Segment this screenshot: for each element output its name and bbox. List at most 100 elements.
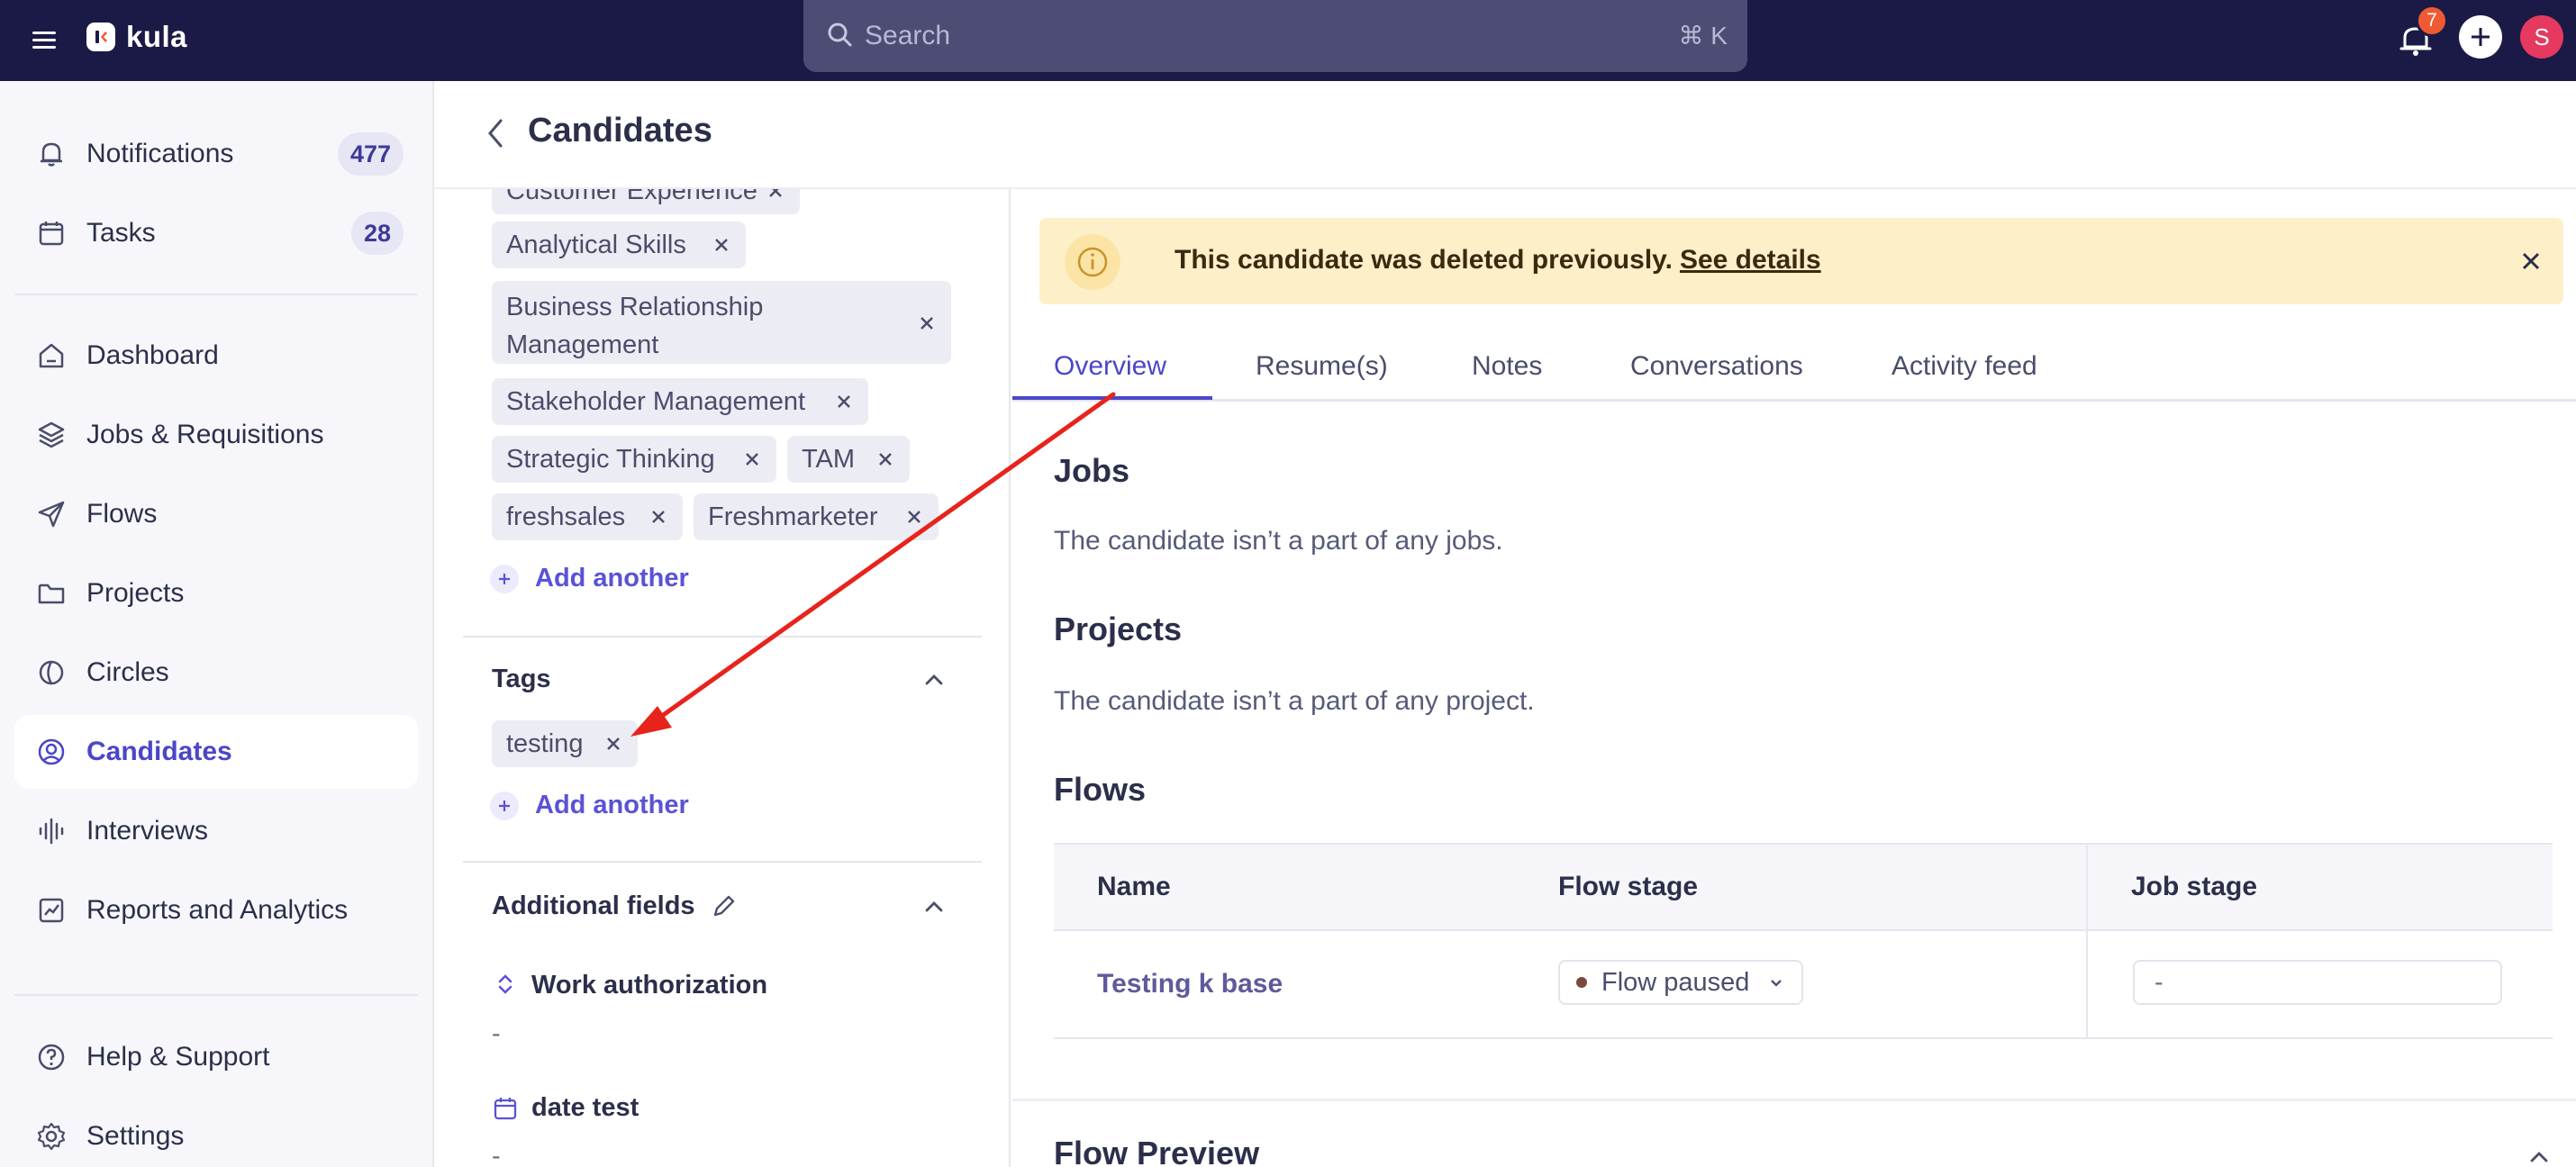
sidebar-item-label: Help & Support [86, 1042, 270, 1072]
add-another-label: Add another [535, 564, 689, 593]
chevron-up-icon[interactable] [921, 666, 948, 693]
jobs-empty-text: The candidate isn’t a part of any jobs. [1054, 526, 1503, 556]
folder-icon [38, 584, 65, 604]
skill-chip-label: TAM [802, 444, 856, 474]
column-divider [2086, 843, 2088, 1039]
alert-text: This candidate was deleted previously. [1175, 245, 1673, 275]
alert-message: This candidate was deleted previously. Se… [1175, 245, 1821, 276]
candidate-detail-panel: Customer Experience Analytical Skills Bu… [434, 189, 1011, 1167]
see-details-link[interactable]: See details [1680, 245, 1821, 275]
audio-wave-icon [39, 818, 64, 845]
create-button[interactable] [2459, 15, 2502, 59]
notifications-count-badge: 477 [337, 132, 404, 176]
sidebar-item-dashboard[interactable]: Dashboard [14, 319, 418, 393]
add-tag-button[interactable]: Add another [490, 791, 689, 820]
sidebar-item-label: Tasks [86, 218, 156, 248]
section-divider [1012, 1099, 2576, 1101]
remove-icon[interactable] [603, 734, 623, 754]
skill-chip-label: Freshmarketer [708, 502, 878, 531]
tab-notes[interactable]: Notes [1472, 351, 1542, 382]
user-avatar[interactable]: S [2520, 15, 2563, 59]
tab-conversations[interactable]: Conversations [1630, 351, 1803, 382]
skill-chip: Stakeholder Management [492, 378, 868, 425]
remove-icon[interactable] [766, 189, 785, 201]
sidebar-item-label: Interviews [86, 816, 209, 846]
column-header-flow-stage: Flow stage [1558, 872, 1699, 901]
add-skill-button[interactable]: Add another [490, 564, 689, 593]
skill-chip-label: freshsales [506, 502, 626, 531]
job-stage-field[interactable]: - [2133, 960, 2502, 1005]
sidebar-item-label: Candidates [86, 737, 232, 766]
sidebar-item-interviews[interactable]: Interviews [14, 794, 418, 868]
home-icon [39, 343, 64, 368]
skill-chip: Freshmarketer [694, 493, 939, 540]
remove-icon[interactable] [649, 507, 668, 527]
sidebar-item-candidates[interactable]: Candidates [14, 715, 418, 789]
remove-icon[interactable] [917, 313, 937, 333]
skill-chip: Strategic Thinking [492, 436, 776, 483]
tag-chip-label: testing [506, 728, 584, 758]
field-value[interactable]: - [492, 1142, 501, 1167]
add-another-label: Add another [535, 791, 689, 819]
remove-icon[interactable] [712, 235, 731, 255]
candidate-overview-panel: This candidate was deleted previously. Se… [1012, 189, 2576, 1167]
tab-activity-feed[interactable]: Activity feed [1891, 351, 2037, 382]
tab-overview[interactable]: Overview [1054, 351, 1166, 382]
page-title: Candidates [528, 112, 712, 149]
plus-icon [2472, 28, 2490, 46]
sidebar-item-projects[interactable]: Projects [14, 556, 418, 630]
info-icon [1065, 234, 1120, 290]
sidebar-item-tasks[interactable]: Tasks 28 [14, 196, 418, 270]
sidebar-item-help[interactable]: Help & Support [14, 1020, 418, 1094]
edit-pencil-icon[interactable] [710, 891, 739, 920]
remove-icon[interactable] [834, 392, 854, 412]
sidebar-item-label: Reports and Analytics [86, 895, 349, 925]
skill-chip: Analytical Skills [492, 222, 746, 268]
sidebar-item-label: Jobs & Requisitions [86, 420, 324, 449]
sidebar-item-flows[interactable]: Flows [14, 477, 418, 551]
chevron-up-icon[interactable] [2526, 1144, 2553, 1167]
sidebar-divider [14, 994, 418, 996]
sidebar-item-label: Dashboard [86, 340, 219, 370]
projects-empty-text: The candidate isn’t a part of any projec… [1054, 686, 1535, 716]
help-icon [38, 1044, 65, 1071]
skill-chip: Customer Experience [492, 189, 800, 214]
tab-resumes[interactable]: Resume(s) [1256, 351, 1388, 382]
remove-icon[interactable] [742, 449, 762, 469]
remove-icon[interactable] [875, 449, 895, 469]
sidebar-item-label: Flows [86, 499, 158, 529]
sidebar-item-label: Circles [86, 657, 169, 687]
sidebar: Notifications 477 Tasks 28 Dashboard Job… [0, 81, 434, 1167]
table-row: Testing k base Flow paused - [1054, 931, 2553, 1039]
sidebar-item-circles[interactable]: Circles [14, 636, 418, 710]
flows-heading: Flows [1054, 771, 1147, 808]
search-bar[interactable]: Search ⌘ K [803, 0, 1747, 72]
sidebar-item-notifications[interactable]: Notifications 477 [14, 117, 418, 191]
plus-icon [490, 564, 519, 593]
flows-table: Name Flow stage Job stage Testing k base… [1054, 843, 2553, 1039]
search-placeholder: Search [865, 21, 951, 50]
flow-stage-dropdown[interactable]: Flow paused [1558, 960, 1803, 1005]
sidebar-item-settings[interactable]: Settings [14, 1099, 418, 1167]
notification-badge: 7 [2416, 5, 2448, 37]
skill-chip: Business Relationship Management [492, 281, 951, 364]
plus-icon [490, 791, 519, 820]
skill-chip: TAM [787, 436, 910, 483]
flow-stage-value: Flow paused [1601, 967, 1750, 997]
field-label: Work authorization [531, 971, 768, 1000]
back-arrow-icon[interactable] [485, 115, 506, 151]
sidebar-item-reports[interactable]: Reports and Analytics [14, 873, 418, 947]
chevron-up-icon[interactable] [921, 893, 948, 920]
section-divider [463, 861, 982, 863]
close-icon[interactable] [2518, 249, 2544, 274]
sidebar-item-label: Notifications [86, 139, 234, 168]
jobs-heading: Jobs [1054, 452, 1130, 489]
flow-name-link[interactable]: Testing k base [1097, 969, 1283, 1000]
field-value[interactable]: - [492, 1019, 501, 1049]
hamburger-menu-icon[interactable] [31, 25, 59, 54]
send-icon [38, 501, 65, 528]
tasks-count-badge: 28 [350, 212, 404, 255]
app-logo[interactable]: kula [86, 20, 187, 54]
sidebar-item-jobs[interactable]: Jobs & Requisitions [14, 398, 418, 472]
remove-icon[interactable] [904, 507, 924, 527]
